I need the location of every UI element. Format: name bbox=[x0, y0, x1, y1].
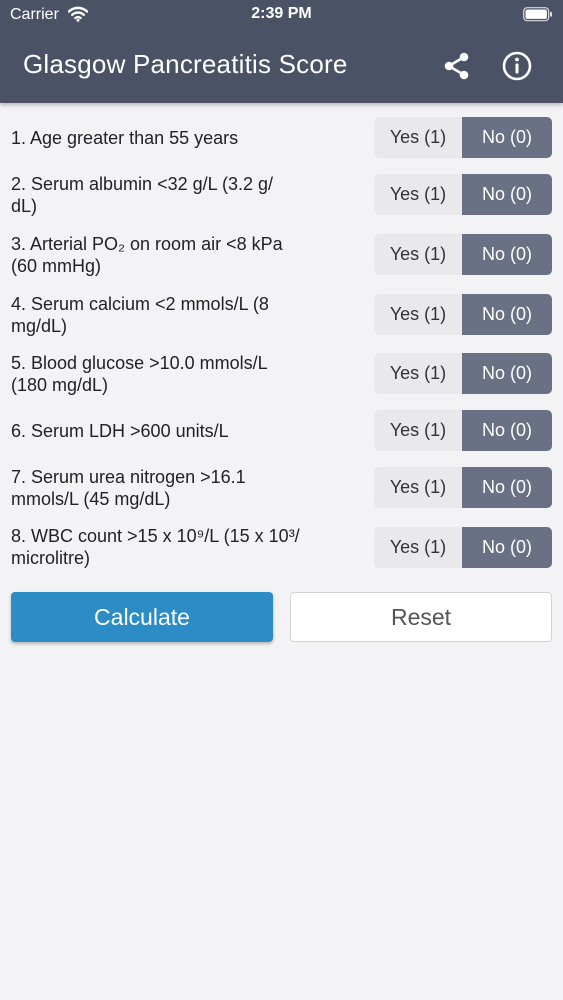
question-text-cont: microlitre) bbox=[11, 548, 90, 568]
no-option-selected[interactable]: No (0) bbox=[462, 174, 552, 215]
no-option-selected[interactable]: No (0) bbox=[462, 410, 552, 451]
no-option-selected[interactable]: No (0) bbox=[462, 117, 552, 158]
question-label: 1. Age greater than 55 years bbox=[11, 127, 331, 149]
yes-option[interactable]: Yes (1) bbox=[374, 294, 462, 335]
question-text-cont: mmols/L (45 mg/dL) bbox=[11, 489, 171, 509]
question-label: 4. Serum calcium <2 mmols/L (8 mg/dL) bbox=[11, 293, 331, 337]
app-header: Carrier 2:39 PM Glasgow Pancreatitis Sco… bbox=[0, 0, 563, 103]
question-text: 4. Serum calcium <2 mmols/L (8 bbox=[11, 294, 269, 314]
answer-toggle[interactable]: Yes (1) No (0) bbox=[374, 174, 552, 215]
question-text: 2. Serum albumin <32 g/L (3.2 g/ bbox=[11, 174, 273, 194]
yes-option[interactable]: Yes (1) bbox=[374, 117, 462, 158]
question-text: 3. Arterial PO₂ on room air <8 kPa bbox=[11, 234, 283, 254]
no-option-selected[interactable]: No (0) bbox=[462, 234, 552, 275]
calculate-button[interactable]: Calculate bbox=[11, 592, 273, 642]
question-label: 6. Serum LDH >600 units/L bbox=[11, 420, 331, 442]
answer-toggle[interactable]: Yes (1) No (0) bbox=[374, 527, 552, 568]
question-label: 7. Serum urea nitrogen >16.1 mmols/L (45… bbox=[11, 466, 331, 510]
yes-option[interactable]: Yes (1) bbox=[374, 527, 462, 568]
question-text-cont: mg/dL) bbox=[11, 316, 68, 336]
page-title: Glasgow Pancreatitis Score bbox=[23, 49, 348, 79]
yes-option[interactable]: Yes (1) bbox=[374, 234, 462, 275]
question-text: 1. Age greater than 55 years bbox=[11, 128, 239, 148]
answer-toggle[interactable]: Yes (1) No (0) bbox=[374, 410, 552, 451]
reset-button[interactable]: Reset bbox=[290, 592, 552, 642]
battery-icon bbox=[523, 7, 553, 27]
question-label: 2. Serum albumin <32 g/L (3.2 g/ dL) bbox=[11, 173, 331, 217]
info-icon[interactable] bbox=[502, 51, 532, 86]
yes-option[interactable]: Yes (1) bbox=[374, 410, 462, 451]
yes-option[interactable]: Yes (1) bbox=[374, 353, 462, 394]
yes-option[interactable]: Yes (1) bbox=[374, 174, 462, 215]
no-option-selected[interactable]: No (0) bbox=[462, 294, 552, 335]
answer-toggle[interactable]: Yes (1) No (0) bbox=[374, 294, 552, 335]
status-time: 2:39 PM bbox=[251, 5, 312, 22]
question-text: 5. Blood glucose >10.0 mmols/L bbox=[11, 353, 268, 373]
question-label: 5. Blood glucose >10.0 mmols/L (180 mg/d… bbox=[11, 352, 331, 396]
answer-toggle[interactable]: Yes (1) No (0) bbox=[374, 353, 552, 394]
share-icon[interactable] bbox=[442, 51, 472, 86]
answer-toggle[interactable]: Yes (1) No (0) bbox=[374, 117, 552, 158]
question-label: 8. WBC count >15 x 10⁹/L (15 x 10³/ micr… bbox=[11, 525, 331, 569]
question-text: 7. Serum urea nitrogen >16.1 bbox=[11, 467, 246, 487]
question-text-cont: (180 mg/dL) bbox=[11, 375, 109, 395]
question-label: 3. Arterial PO₂ on room air <8 kPa (60 m… bbox=[11, 233, 331, 277]
no-option-selected[interactable]: No (0) bbox=[462, 353, 552, 394]
no-option-selected[interactable]: No (0) bbox=[462, 467, 552, 508]
answer-toggle[interactable]: Yes (1) No (0) bbox=[374, 467, 552, 508]
yes-option[interactable]: Yes (1) bbox=[374, 467, 462, 508]
status-bar: Carrier 2:39 PM bbox=[0, 0, 563, 30]
question-text: 8. WBC count >15 x 10⁹/L (15 x 10³/ bbox=[11, 526, 300, 546]
answer-toggle[interactable]: Yes (1) No (0) bbox=[374, 234, 552, 275]
question-text: 6. Serum LDH >600 units/L bbox=[11, 421, 229, 441]
question-text-cont: dL) bbox=[11, 196, 38, 216]
question-text-cont: (60 mmHg) bbox=[11, 256, 102, 276]
no-option-selected[interactable]: No (0) bbox=[462, 527, 552, 568]
